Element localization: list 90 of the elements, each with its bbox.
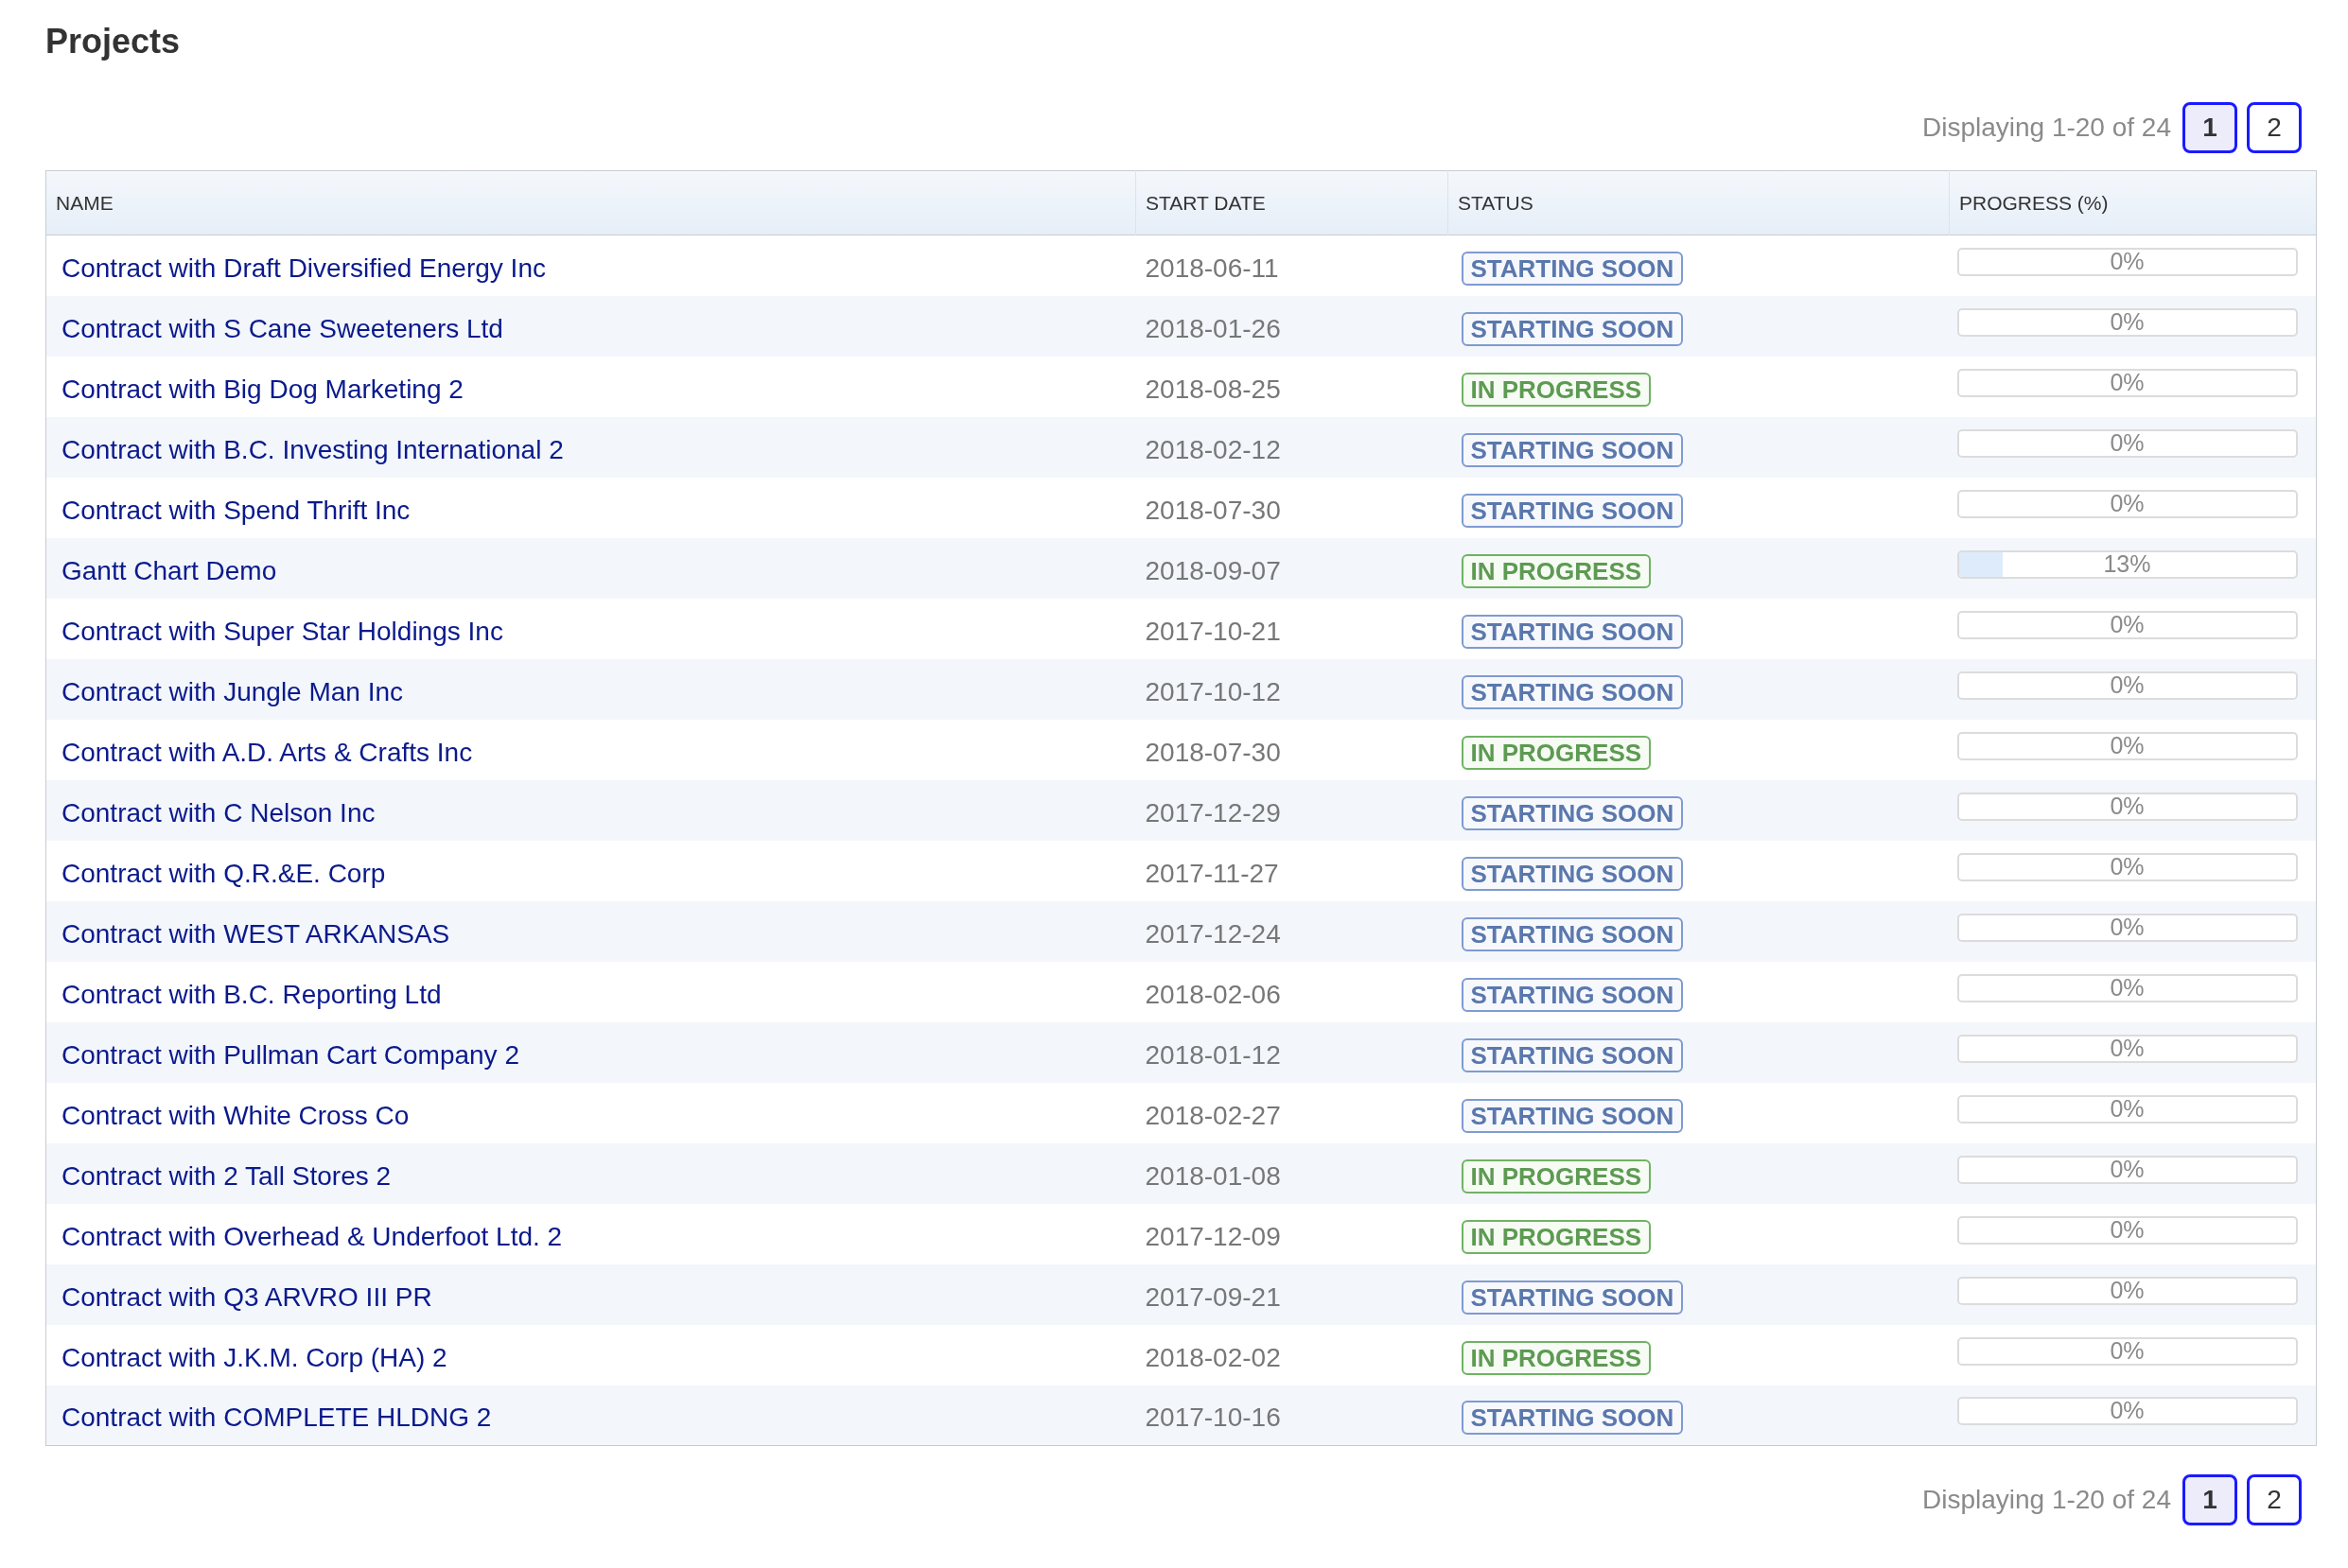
page-title: Projects [45, 21, 182, 62]
progress-bar: 0% [1956, 428, 2298, 458]
start-date: 2017-12-09 [1145, 1221, 1281, 1251]
progress-bar: 0% [1956, 247, 2298, 276]
pagination-summary: Displaying 1-20 of 24 [1921, 112, 2171, 144]
progress-bar: 0% [1956, 1397, 2298, 1426]
project-link[interactable]: Contract with Pullman Cart Company 2 [61, 1039, 519, 1070]
project-link[interactable]: Contract with Overhead & Underfoot Ltd. 2 [61, 1221, 563, 1251]
progress-bar: 0% [1956, 852, 2298, 881]
column-header: STATUS [1447, 170, 1950, 235]
start-date: 2018-01-08 [1145, 1160, 1281, 1191]
project-link[interactable]: Contract with S Cane Sweeteners Ltd [61, 313, 503, 343]
progress-bar: 0% [1956, 1336, 2298, 1366]
status-badge: IN PROGRESS [1461, 735, 1652, 770]
start-date: 2018-02-12 [1145, 434, 1281, 464]
project-link[interactable]: Contract with B.C. Reporting Ltd [61, 979, 442, 1009]
status-badge: IN PROGRESS [1461, 553, 1652, 588]
progress-bar: 0% [1956, 671, 2298, 700]
column-header: START DATE [1135, 170, 1448, 235]
start-date: 2018-08-25 [1145, 374, 1281, 404]
page-button[interactable]: 1 [2182, 1474, 2237, 1525]
start-date: 2017-10-21 [1145, 616, 1281, 646]
progress-bar: 0% [1956, 307, 2298, 337]
project-link[interactable]: Contract with WEST ARKANSAS [61, 918, 450, 949]
status-badge: STARTING SOON [1461, 432, 1684, 467]
project-link[interactable]: Contract with B.C. Investing International 2 [61, 434, 564, 464]
status-badge: STARTING SOON [1461, 1280, 1684, 1315]
project-link[interactable]: Gantt Chart Demo [61, 555, 277, 585]
start-date: 2018-06-11 [1145, 253, 1279, 283]
status-badge: STARTING SOON [1461, 856, 1684, 891]
status-badge: STARTING SOON [1461, 977, 1684, 1012]
pagination-summary: Displaying 1-20 of 24 [1921, 1484, 2171, 1516]
progress-bar: 0% [1956, 1034, 2298, 1063]
start-date: 2017-11-27 [1145, 858, 1279, 888]
status-badge: STARTING SOON [1461, 1037, 1684, 1072]
page-button[interactable]: 1 [2182, 102, 2237, 153]
progress-bar: 0% [1956, 1094, 2298, 1124]
status-badge: STARTING SOON [1461, 1401, 1684, 1436]
start-date: 2018-01-26 [1145, 313, 1281, 343]
page-button[interactable]: 2 [2247, 1474, 2302, 1525]
project-link[interactable]: Contract with Q.R.&E. Corp [61, 858, 386, 888]
status-badge: STARTING SOON [1461, 795, 1684, 830]
project-link[interactable]: Contract with J.K.M. Corp (HA) 2 [61, 1342, 447, 1372]
start-date: 2018-01-12 [1145, 1039, 1281, 1070]
project-link[interactable]: Contract with Jungle Man Inc [61, 676, 404, 706]
progress-bar: 0% [1956, 792, 2298, 821]
project-link[interactable]: Contract with COMPLETE HLDNG 2 [61, 1402, 492, 1433]
project-link[interactable]: Contract with A.D. Arts & Crafts Inc [61, 737, 473, 767]
project-link[interactable]: Contract with C Nelson Inc [61, 797, 376, 828]
progress-bar: 13% [1956, 549, 2298, 579]
progress-bar: 0% [1956, 610, 2298, 639]
start-date: 2018-07-30 [1145, 495, 1281, 525]
progress-bar: 0% [1956, 731, 2298, 760]
status-badge: STARTING SOON [1461, 1098, 1684, 1133]
progress-bar: 0% [1956, 489, 2298, 518]
status-badge: IN PROGRESS [1461, 1159, 1652, 1193]
column-header: PROGRESS (%) [1949, 170, 2317, 235]
status-badge: STARTING SOON [1461, 916, 1684, 951]
status-badge: STARTING SOON [1461, 311, 1684, 346]
progress-bar: 0% [1956, 368, 2298, 397]
status-badge: IN PROGRESS [1461, 372, 1652, 407]
progress-bar: 0% [1956, 913, 2298, 942]
start-date: 2018-02-02 [1145, 1342, 1281, 1372]
status-badge: IN PROGRESS [1461, 1340, 1652, 1375]
project-link[interactable]: Contract with Q3 ARVRO III PR [61, 1281, 432, 1312]
progress-bar: 0% [1956, 1276, 2298, 1305]
start-date: 2017-10-16 [1145, 1402, 1281, 1433]
progress-bar: 0% [1956, 1215, 2298, 1245]
status-badge: STARTING SOON [1461, 251, 1684, 286]
project-link[interactable]: Contract with 2 Tall Stores 2 [61, 1160, 392, 1191]
start-date: 2017-12-29 [1145, 797, 1281, 828]
start-date: 2017-09-21 [1145, 1281, 1281, 1312]
project-link[interactable]: Contract with Draft Diversified Energy Inc [61, 253, 546, 283]
start-date: 2018-02-27 [1145, 1100, 1281, 1130]
status-badge: STARTING SOON [1461, 614, 1684, 649]
project-link[interactable]: Contract with White Cross Co [61, 1100, 410, 1130]
project-link[interactable]: Contract with Super Star Holdings Inc [61, 616, 503, 646]
status-badge: STARTING SOON [1461, 674, 1684, 709]
status-badge: STARTING SOON [1461, 493, 1684, 528]
project-link[interactable]: Contract with Big Dog Marketing 2 [61, 374, 464, 404]
start-date: 2018-02-06 [1145, 979, 1281, 1009]
project-link[interactable]: Contract with Spend Thrift Inc [61, 495, 411, 525]
start-date: 2018-07-30 [1145, 737, 1281, 767]
start-date: 2018-09-07 [1145, 555, 1281, 585]
progress-bar: 0% [1956, 1155, 2298, 1184]
page-button[interactable]: 2 [2247, 102, 2302, 153]
status-badge: IN PROGRESS [1461, 1219, 1652, 1254]
progress-bar: 0% [1956, 973, 2298, 1002]
start-date: 2017-12-24 [1145, 918, 1281, 949]
start-date: 2017-10-12 [1145, 676, 1281, 706]
